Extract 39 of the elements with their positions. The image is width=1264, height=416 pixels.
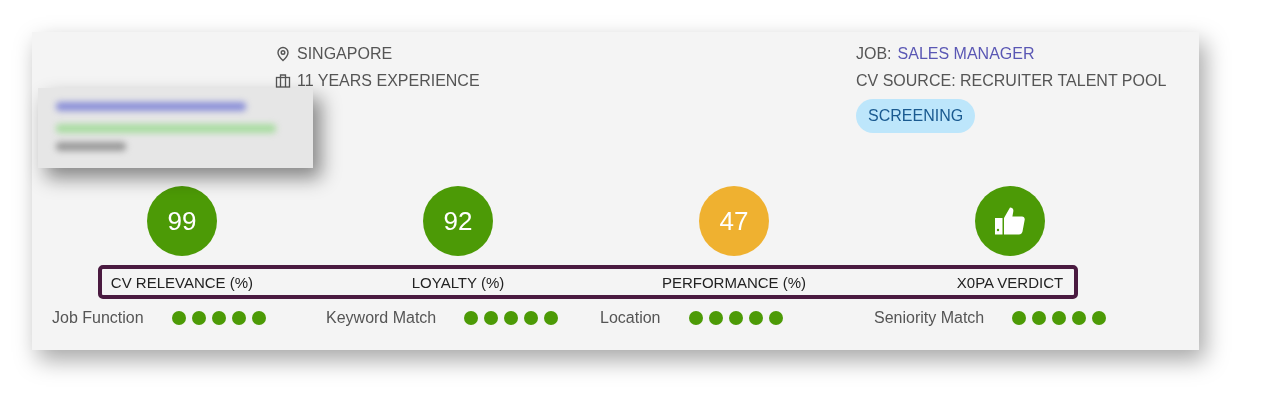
- status-chip: SCREENING: [856, 99, 976, 133]
- score-label: X0PA VERDICT: [956, 273, 1064, 291]
- rating-dot: [484, 311, 499, 325]
- rating-dot: [728, 311, 743, 325]
- briefcase-icon: [275, 72, 291, 89]
- rating-dot: [1012, 311, 1027, 325]
- rating-dot: [1032, 311, 1047, 325]
- score-value: 47: [719, 205, 749, 237]
- criterion-label: Seniority Match: [874, 309, 985, 327]
- rating-dot: [748, 311, 763, 325]
- score-label: PERFORMANCE (%): [661, 273, 807, 291]
- rating-dot: [1052, 311, 1067, 325]
- rating-dot: [708, 311, 723, 325]
- location-text: SINGAPORE: [297, 44, 393, 63]
- criterion-label: Location: [600, 309, 661, 327]
- location-pin-icon: [275, 45, 291, 62]
- rating-dot: [1092, 311, 1107, 325]
- rating-dot: [544, 311, 559, 325]
- criterion-label: Keyword Match: [326, 309, 437, 327]
- rating-dot: [1072, 311, 1087, 325]
- rating-dot: [768, 311, 783, 325]
- score-value: 99: [167, 205, 197, 237]
- job-label: JOB:: [856, 44, 892, 63]
- criterion-label: Job Function: [52, 309, 144, 327]
- rating-dot: [464, 311, 479, 325]
- score-value: 92: [443, 205, 473, 237]
- rating-dot: [191, 311, 206, 325]
- rating-dot: [688, 311, 703, 325]
- score-label: LOYALTY (%): [411, 273, 505, 291]
- score-label: CV RELEVANCE (%): [110, 273, 254, 291]
- cv-source-text: CV SOURCE: RECRUITER TALENT POOL: [856, 71, 1167, 90]
- rating-dot: [251, 311, 266, 325]
- rating-dot: [231, 311, 246, 325]
- rating-dot: [171, 311, 186, 325]
- rating-dot: [524, 311, 539, 325]
- job-link[interactable]: SALES MANAGER: [897, 44, 1035, 63]
- rating-dot: [504, 311, 519, 325]
- experience-text: 11 YEARS EXPERIENCE: [297, 71, 480, 90]
- rating-dot: [211, 311, 226, 325]
